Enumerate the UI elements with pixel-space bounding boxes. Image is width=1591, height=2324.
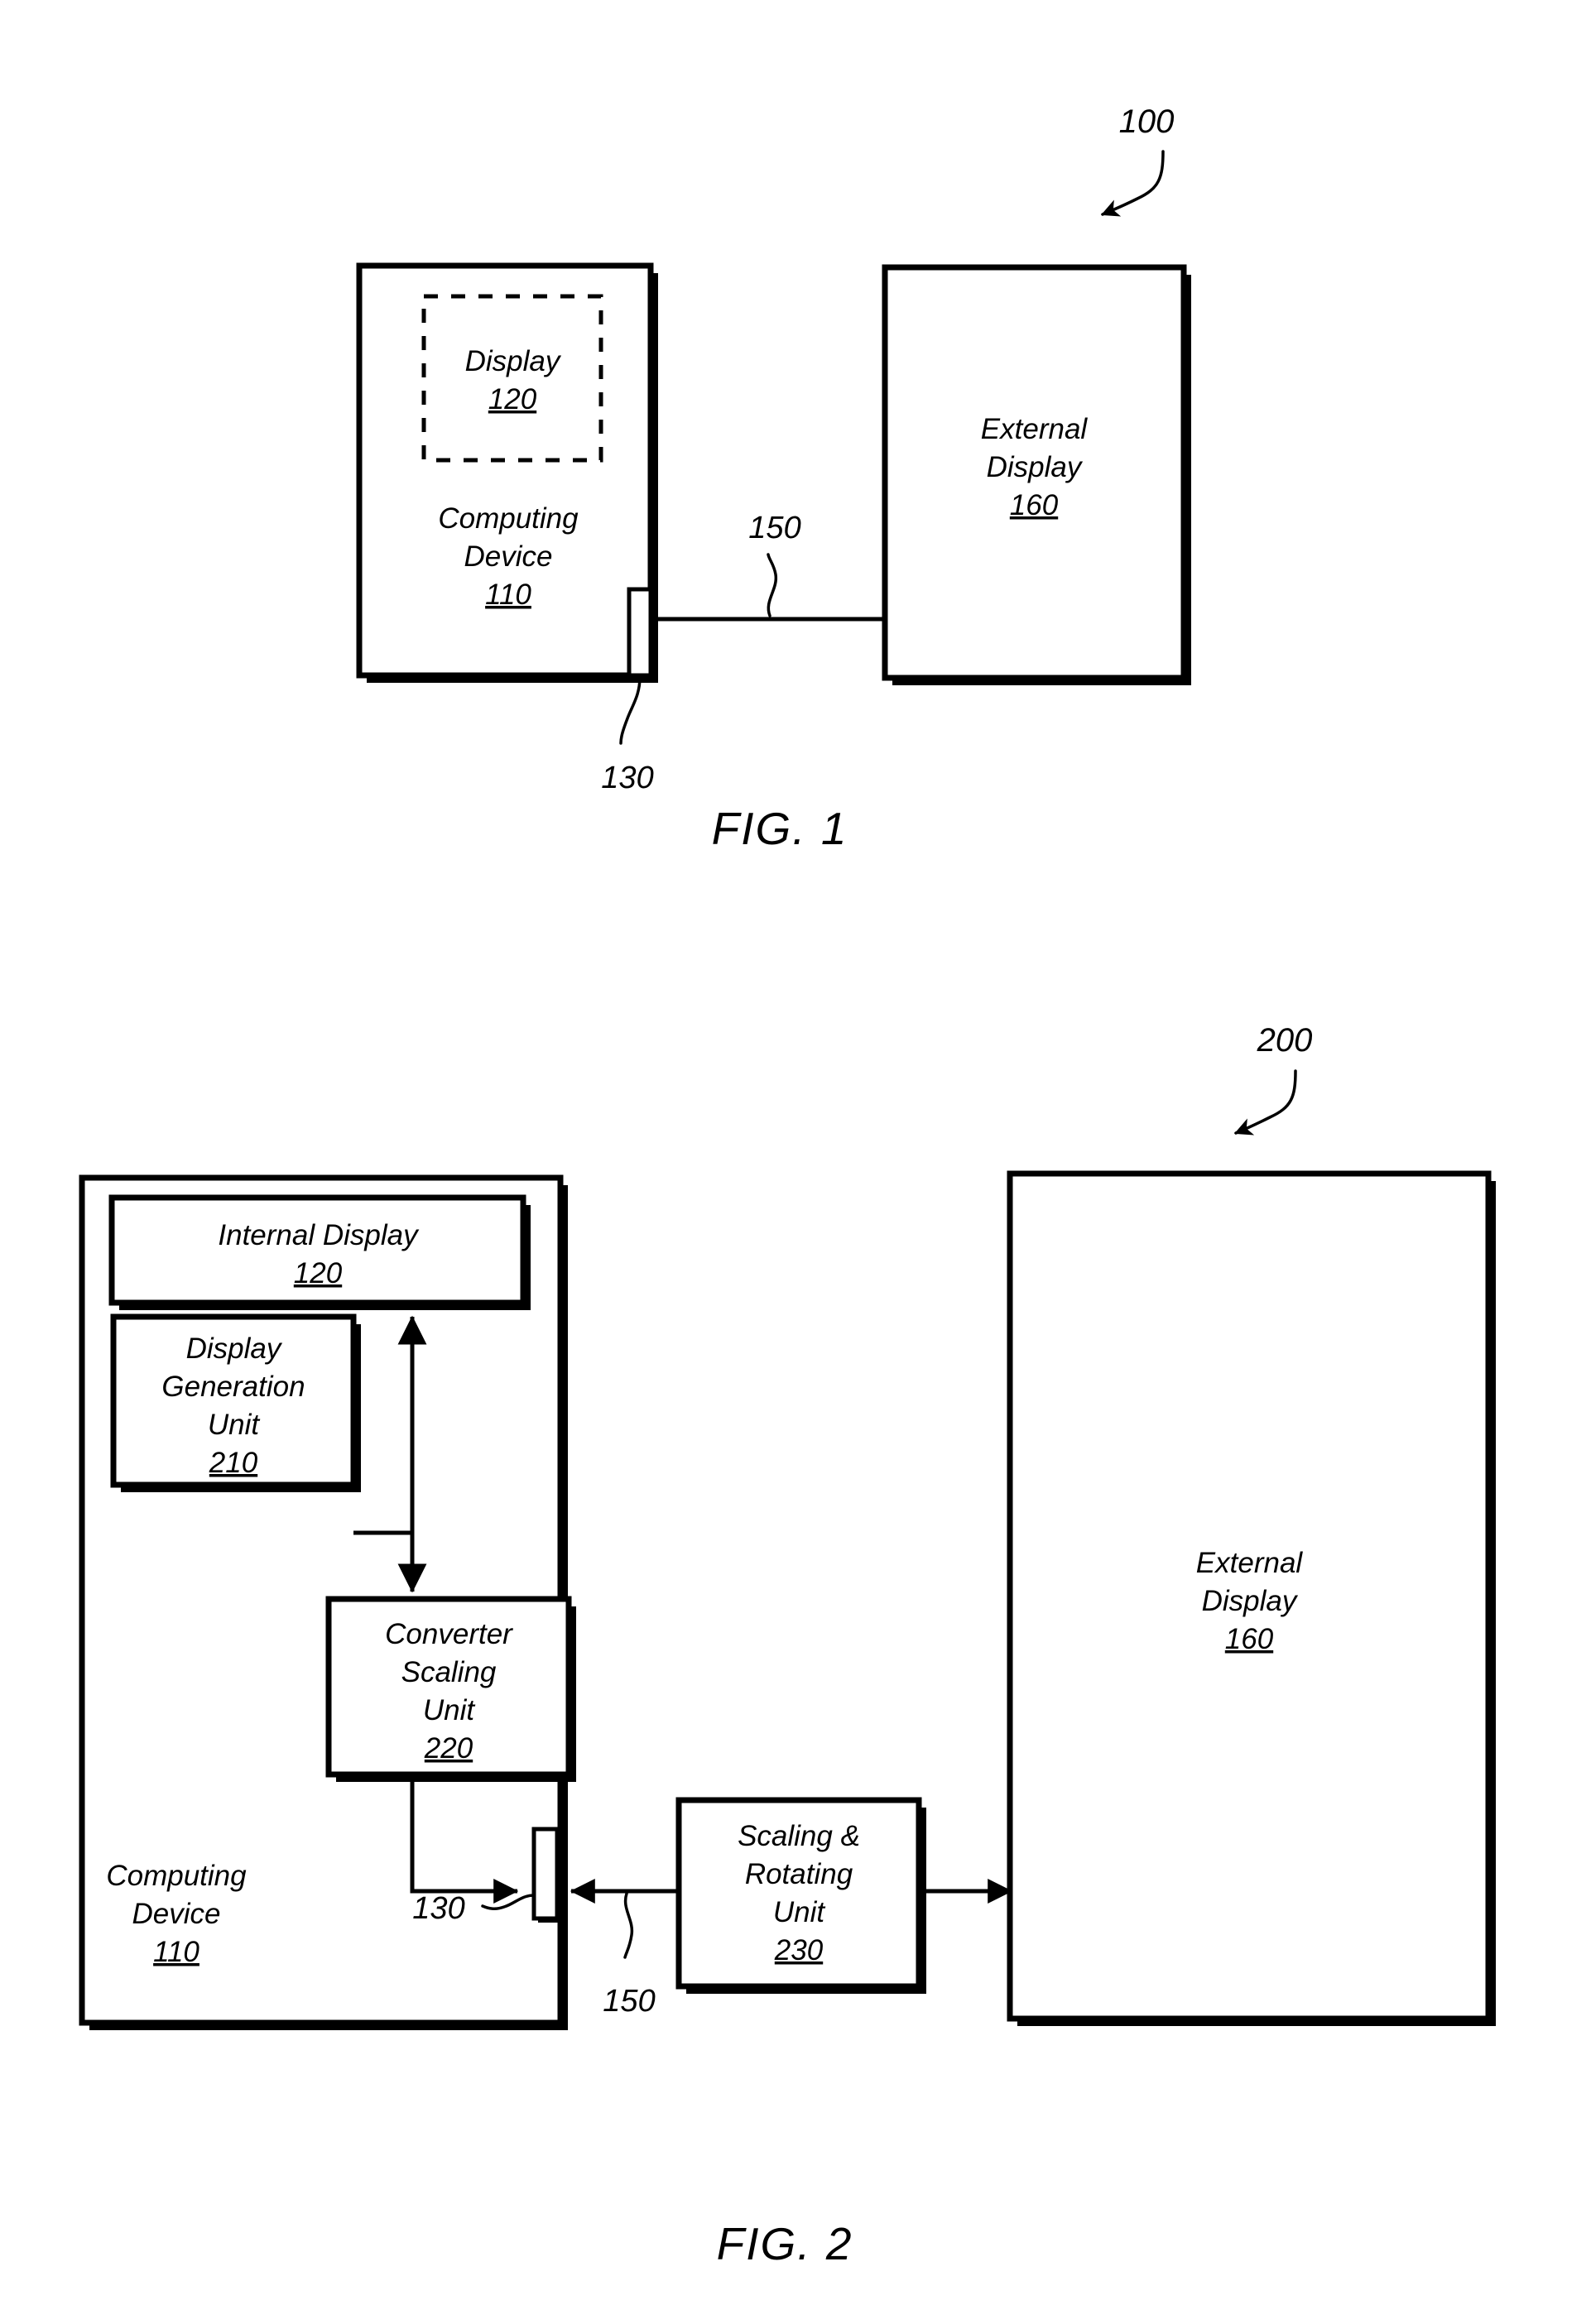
fig2-converter-scaling-unit-line3: Unit [423,1694,476,1726]
fig2-system-ref-label: 200 [1257,1022,1313,1059]
fig1-connector-lead [619,675,642,745]
fig1-system-ref-label: 100 [1119,103,1175,140]
fig2-connector-port [531,1827,560,1921]
fig2-converter-scaling-unit-ref: 220 [424,1732,473,1765]
fig2-scaling-rotating-unit-line3: Unit [773,1896,826,1928]
fig1-external-display-line1: External [981,413,1089,445]
fig2-external-display-ref: 160 [1225,1623,1274,1655]
fig1-external-display-ref: 160 [1010,489,1059,521]
fig2-display-generation-unit-line2: Generation [161,1371,305,1403]
fig2-external-display-line1: External [1196,1547,1304,1579]
fig2-computing-device-line1: Computing [106,1860,247,1892]
fig2-connector-ref-label: 130 [412,1891,464,1926]
fig1-cable-ref-label: 150 [748,511,800,545]
fig2-caption: FIG. 2 [717,2218,853,2269]
fig2-converter-scaling-unit-line2: Scaling [401,1656,497,1688]
fig2-scaling-rotating-unit-ref: 230 [774,1934,824,1966]
fig2-system-ref-arrow [1233,1069,1297,1136]
fig2-external-display-line2: Display [1202,1585,1299,1617]
fig1-connector-ref-label: 130 [601,761,653,795]
fig2-scaling-rotating-unit-line1: Scaling & [738,1820,860,1852]
fig1-computing-device-line1: Computing [438,502,579,535]
fig1-computing-device-line2: Device [464,540,553,573]
fig2-internal-display-ref: 120 [294,1257,343,1289]
fig1-display-label: Display [465,345,562,377]
fig2-display-generation-unit-line1: Display [186,1332,283,1365]
fig2-internal-display-label: Internal Display [218,1219,420,1251]
figure-1-group: 100 Display 120 Computing Device 110 130… [356,103,1191,854]
fig2-cable-lead [623,1892,634,1959]
fig1-display-ref: 120 [488,383,537,415]
drawing-canvas: 100 Display 120 Computing Device 110 130… [79,103,1496,2269]
fig1-external-display-line2: Display [987,451,1084,483]
fig1-connector-port [627,587,653,678]
fig2-converter-scaling-unit-line1: Converter [385,1618,513,1650]
fig2-scaling-rotating-unit-line2: Rotating [745,1858,853,1890]
fig2-display-generation-unit-ref: 210 [209,1447,258,1479]
fig1-computing-device-box [356,262,654,679]
patent-drawing-sheet: 100 Display 120 Computing Device 110 130… [0,0,1591,2324]
fig2-computing-device-line2: Device [132,1898,221,1930]
fig1-caption: FIG. 1 [712,803,848,854]
fig2-computing-device-ref: 110 [153,1936,199,1968]
fig2-display-generation-unit-line3: Unit [208,1409,261,1441]
figure-2-group: 200 Internal Display 120 Display Generat… [79,1022,1496,2269]
fig1-computing-device-ref: 110 [485,579,531,611]
fig1-system-ref-arrow [1100,150,1165,217]
fig1-cable-lead [767,553,778,617]
fig2-cable-ref-label: 150 [603,1984,655,2019]
